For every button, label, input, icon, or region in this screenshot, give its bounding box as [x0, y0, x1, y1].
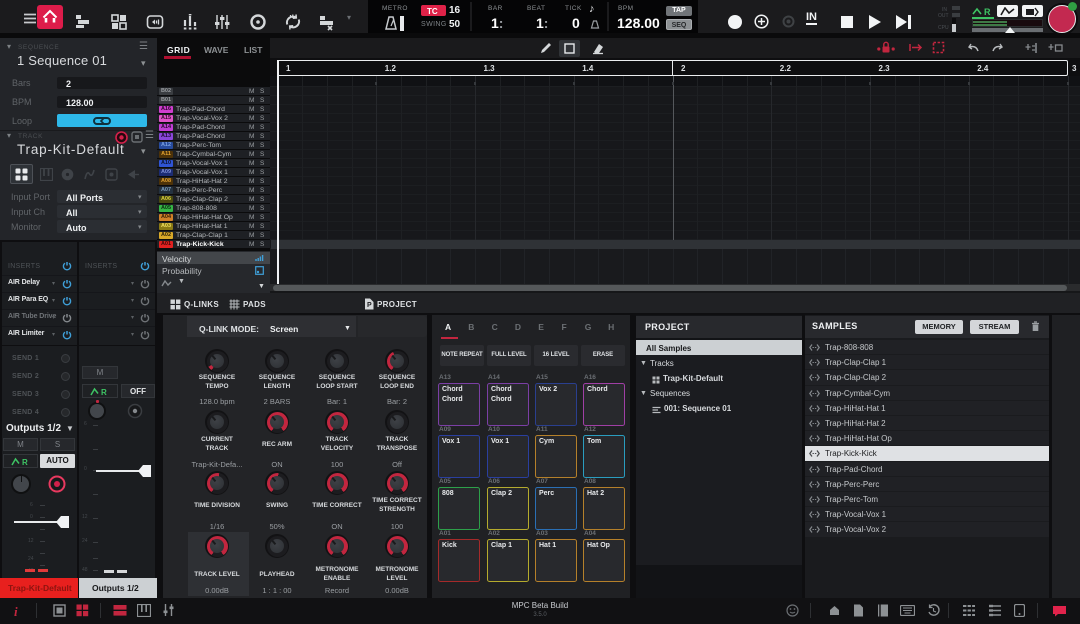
svg-text:R: R — [101, 388, 107, 396]
svg-text:i: i — [14, 604, 18, 618]
svg-text:R: R — [22, 458, 28, 466]
svg-text:R: R — [984, 7, 991, 17]
svg-text:P: P — [367, 302, 372, 309]
